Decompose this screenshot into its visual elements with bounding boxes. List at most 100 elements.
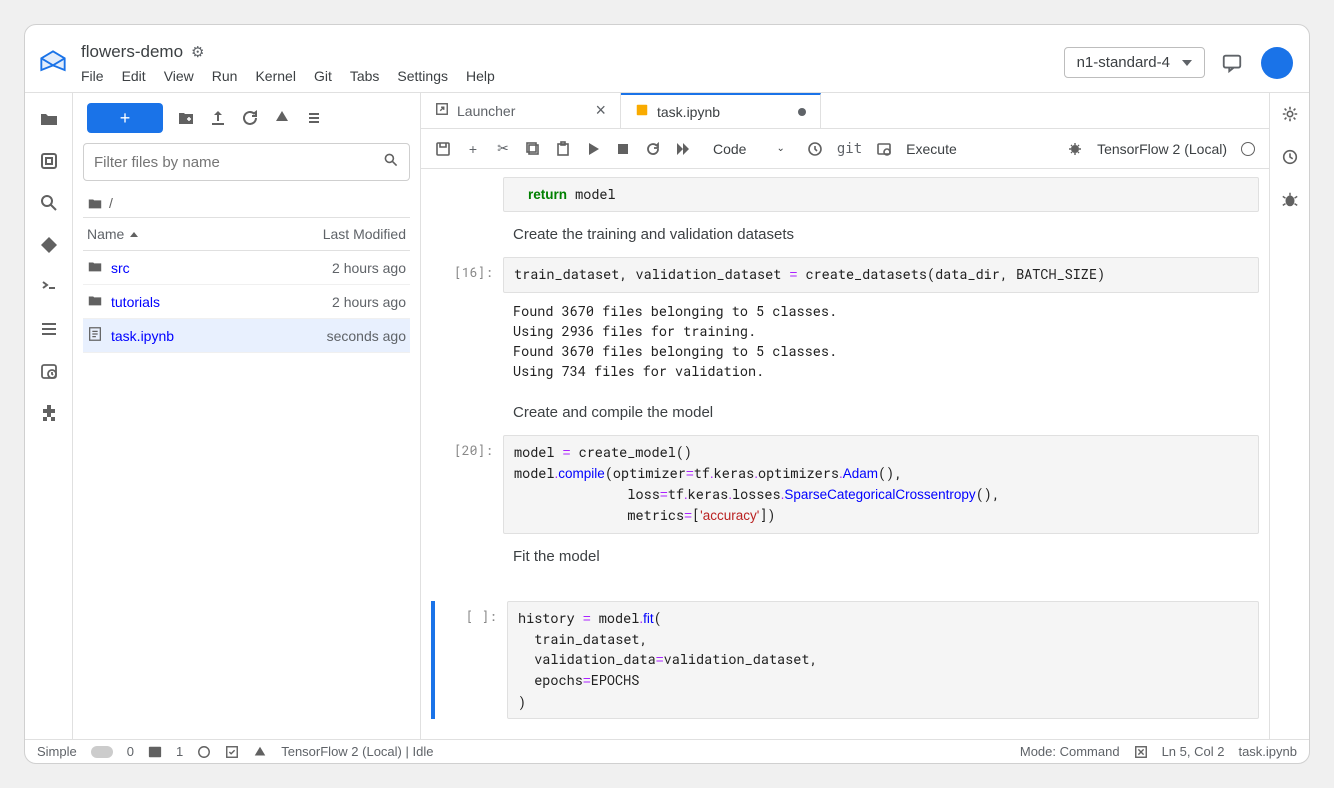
code-cell[interactable]: history = model.fit( train_dataset, vali… xyxy=(507,601,1259,719)
commands-icon[interactable] xyxy=(39,277,59,297)
new-folder-icon[interactable] xyxy=(177,109,195,127)
file-name: tutorials xyxy=(111,294,160,310)
menu-file[interactable]: File xyxy=(81,68,104,84)
tab-launcher[interactable]: Launcher× xyxy=(421,93,621,128)
notebook-title[interactable]: flowers-demo xyxy=(81,42,183,62)
file-modified: 2 hours ago xyxy=(332,294,406,310)
terminal-count[interactable]: 1 xyxy=(176,744,183,759)
filename-indicator: task.ipynb xyxy=(1238,744,1297,759)
stop-icon[interactable] xyxy=(615,141,631,157)
git-pull-icon[interactable] xyxy=(273,109,291,127)
folder-icon[interactable] xyxy=(39,109,59,129)
dirty-indicator-icon xyxy=(798,108,806,116)
activity-bar xyxy=(25,93,73,739)
kernel-icon xyxy=(197,745,211,759)
clock-icon[interactable] xyxy=(807,141,823,157)
file-browser: + / Name La xyxy=(73,93,421,739)
check-icon xyxy=(225,745,239,759)
comment-icon[interactable] xyxy=(1221,52,1243,74)
copy-icon[interactable] xyxy=(525,141,541,157)
markdown-cell[interactable]: Create and compile the model xyxy=(503,392,1259,433)
list-icon[interactable] xyxy=(305,109,323,127)
chevron-down-icon xyxy=(1182,60,1192,66)
restart-icon[interactable] xyxy=(645,141,661,157)
file-name: src xyxy=(111,260,130,276)
close-icon[interactable] xyxy=(1134,745,1148,759)
file-modified: 2 hours ago xyxy=(332,260,406,276)
code-cell[interactable]: return model xyxy=(503,177,1259,212)
scheduler-icon[interactable] xyxy=(39,361,59,381)
status-bar: Simple 0 1 TensorFlow 2 (Local) | Idle M… xyxy=(25,739,1309,763)
simple-mode[interactable]: Simple xyxy=(37,744,77,759)
notebook-icon xyxy=(87,326,103,345)
menu-view[interactable]: View xyxy=(164,68,194,84)
tab-task-ipynb[interactable]: task.ipynb xyxy=(621,93,821,128)
git-icon[interactable] xyxy=(39,235,59,255)
menu-settings[interactable]: Settings xyxy=(397,68,448,84)
filter-input-wrapper xyxy=(83,143,410,181)
refresh-icon[interactable] xyxy=(241,109,259,127)
filter-input[interactable] xyxy=(94,154,383,171)
menu-edit[interactable]: Edit xyxy=(122,68,146,84)
file-row[interactable]: tutorials 2 hours ago xyxy=(83,285,410,319)
breadcrumb[interactable]: / xyxy=(83,189,410,217)
sort-asc-icon xyxy=(130,232,138,237)
cut-icon[interactable]: ✂ xyxy=(495,141,511,157)
code-cell[interactable]: train_dataset, validation_dataset = crea… xyxy=(503,257,1259,292)
run-icon[interactable] xyxy=(585,141,601,157)
cell-type-selector[interactable]: Code ⌄ xyxy=(705,141,793,157)
kernel-status[interactable]: TensorFlow 2 (Local) | Idle xyxy=(281,744,433,759)
col-name-label[interactable]: Name xyxy=(87,226,124,242)
cursor-position[interactable]: Ln 5, Col 2 xyxy=(1162,744,1225,759)
right-sidebar xyxy=(1269,93,1309,739)
bug-icon[interactable] xyxy=(1067,141,1083,157)
execute-label[interactable]: Execute xyxy=(906,141,957,157)
col-modified-label[interactable]: Last Modified xyxy=(323,226,406,242)
new-launcher-button[interactable]: + xyxy=(87,103,163,133)
search-icon[interactable] xyxy=(383,152,399,173)
notebook-area: Launcher×task.ipynb + ✂ Code ⌄ git Execu… xyxy=(421,93,1269,739)
cell-prompt: [16]: xyxy=(431,257,503,389)
settings-icon[interactable] xyxy=(1281,105,1299,128)
user-avatar[interactable] xyxy=(1261,47,1293,79)
menu-run[interactable]: Run xyxy=(212,68,238,84)
upload-icon[interactable] xyxy=(209,109,227,127)
menu-tabs[interactable]: Tabs xyxy=(350,68,380,84)
kernel-name[interactable]: TensorFlow 2 (Local) xyxy=(1097,141,1227,157)
file-row[interactable]: src 2 hours ago xyxy=(83,251,410,285)
toggle[interactable] xyxy=(91,746,113,758)
toc-icon[interactable] xyxy=(39,319,59,339)
folder-icon xyxy=(87,292,103,311)
top-bar: flowers-demo ⚙ File Edit View Run Kernel Git T… xyxy=(25,25,1309,93)
notebook-body[interactable]: return model Create the training and val… xyxy=(421,169,1269,739)
file-row[interactable]: task.ipynbseconds ago xyxy=(83,319,410,353)
debug-icon[interactable] xyxy=(1281,191,1299,214)
cell-prompt: [ ]: xyxy=(435,601,507,719)
mode-indicator: Mode: Command xyxy=(1020,744,1120,759)
menu-help[interactable]: Help xyxy=(466,68,495,84)
markdown-cell[interactable]: Fit the model xyxy=(503,536,1259,577)
error-count[interactable]: 0 xyxy=(127,744,134,759)
running-icon[interactable] xyxy=(39,151,59,171)
code-cell[interactable]: model = create_model() model.compile(opt… xyxy=(503,435,1259,534)
gear-icon[interactable]: ⚙ xyxy=(191,43,204,61)
close-icon[interactable]: × xyxy=(595,100,606,121)
git-label[interactable]: git xyxy=(837,141,862,157)
menu-kernel[interactable]: Kernel xyxy=(255,68,295,84)
markdown-cell[interactable]: Create the training and validation datas… xyxy=(503,214,1259,255)
branch-icon xyxy=(253,745,267,759)
save-icon[interactable] xyxy=(435,141,451,157)
menu-git[interactable]: Git xyxy=(314,68,332,84)
run-all-icon[interactable] xyxy=(675,141,691,157)
folder-icon xyxy=(87,258,103,277)
search-icon[interactable] xyxy=(39,193,59,213)
tab-bar: Launcher×task.ipynb xyxy=(421,93,1269,129)
extensions-icon[interactable] xyxy=(39,403,59,423)
executor-icon[interactable] xyxy=(876,141,892,157)
file-name: task.ipynb xyxy=(111,328,174,344)
add-cell-icon[interactable]: + xyxy=(465,141,481,157)
paste-icon[interactable] xyxy=(555,141,571,157)
history-icon[interactable] xyxy=(1281,148,1299,171)
machine-type-selector[interactable]: n1-standard-4 xyxy=(1064,47,1205,78)
cell-output: Found 3670 files belonging to 5 classes.… xyxy=(503,293,1259,390)
